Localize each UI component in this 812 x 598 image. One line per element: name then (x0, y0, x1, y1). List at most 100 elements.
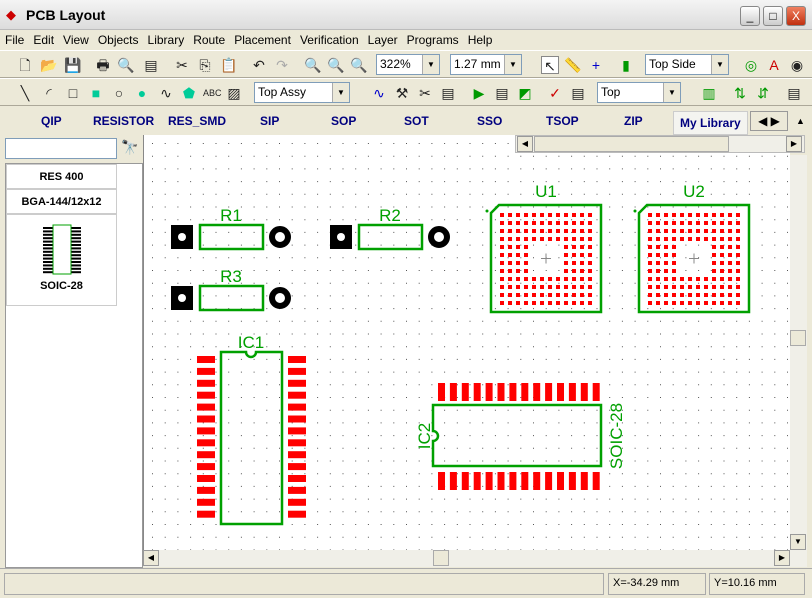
new-file-icon[interactable]: 🗋 (16, 56, 34, 74)
export-icon[interactable]: ▤ (493, 84, 511, 102)
expand-arrow-icon[interactable]: ▲ (796, 116, 805, 126)
close-button[interactable]: X (786, 6, 806, 26)
refresh-icon[interactable]: ◩ (516, 84, 534, 102)
zoom-fit-icon[interactable]: 🔍 (350, 56, 368, 74)
select-pointer-icon[interactable]: ↖ (541, 56, 559, 74)
autoroute-icon[interactable]: ⚒ (393, 84, 411, 102)
drc-icon[interactable]: ✓ (546, 84, 564, 102)
scroll-thumb[interactable] (534, 136, 729, 152)
route-icon[interactable]: ∿ (370, 84, 388, 102)
list-item-bga144[interactable]: BGA-144/12x12 (6, 189, 117, 214)
print-preview-icon[interactable]: 🔍 (117, 56, 135, 74)
run-icon[interactable]: ▶ (470, 84, 488, 102)
via-icon[interactable]: ◉ (788, 56, 806, 74)
pad-icon[interactable]: ◎ (742, 56, 760, 74)
menu-file[interactable]: File (0, 30, 28, 47)
tab-zip[interactable]: ZIP (624, 114, 643, 128)
crosshair-icon[interactable]: + (587, 56, 605, 74)
zoom-select[interactable]: 322% ▼ (376, 54, 440, 75)
netlist-icon[interactable]: ▤ (439, 84, 457, 102)
menu-view[interactable]: View (58, 30, 93, 47)
maximize-button[interactable]: □ (763, 6, 783, 26)
component-icon[interactable]: ▮ (617, 56, 635, 74)
pcb-canvas[interactable]: R1 R2 R3 U1 U2 IC1 IC2 SOIC-28 (143, 135, 790, 550)
bga-u1-center-cross (541, 253, 551, 264)
minimize-button[interactable]: _ (740, 6, 760, 26)
menu-route[interactable]: Route (188, 30, 229, 47)
cut-icon[interactable]: ✂ (173, 56, 191, 74)
board-icon[interactable]: ▥ (700, 84, 718, 102)
circle-icon[interactable]: ○ (110, 84, 128, 102)
menu-help[interactable]: Help (463, 30, 497, 47)
tab-resistor[interactable]: RESISTOR (93, 114, 154, 128)
tab-my-library[interactable]: My Library (673, 111, 748, 135)
ic2-pad (497, 383, 505, 401)
report-icon[interactable]: ▤ (142, 56, 160, 74)
redo-icon[interactable]: ↷ (273, 56, 291, 74)
image-icon[interactable]: ▨ (225, 84, 243, 102)
save-icon[interactable]: 💾 (64, 56, 82, 74)
unroute-icon[interactable]: ✂ (416, 84, 434, 102)
tab-scroll-arrows-icon[interactable]: ◀ ▶ (750, 111, 788, 131)
tab-res-smd[interactable]: RES_SMD (168, 114, 226, 128)
text-icon[interactable]: ABC (203, 84, 222, 102)
scroll-right-icon[interactable]: ▶ (786, 136, 802, 152)
filled-circle-icon[interactable]: ● (133, 84, 151, 102)
tab-qip[interactable]: QIP (41, 114, 62, 128)
menu-library[interactable]: Library (143, 30, 189, 47)
polyline-icon[interactable]: ∿ (157, 84, 175, 102)
zoom-out-icon[interactable]: 🔍 (327, 56, 345, 74)
tab-sip[interactable]: SIP (260, 114, 279, 128)
paste-icon[interactable]: 📋 (220, 56, 238, 74)
side-select[interactable]: Top Side ▼ (645, 54, 729, 75)
menu-placement[interactable]: Placement (229, 30, 295, 47)
measure-icon[interactable]: 📏 (564, 56, 582, 74)
scroll-down-icon[interactable]: ▼ (790, 534, 806, 550)
open-folder-icon[interactable]: 📂 (40, 56, 58, 74)
tab-sop[interactable]: SOP (331, 114, 356, 128)
scroll-thumb[interactable] (433, 550, 449, 566)
rectangle-icon[interactable]: □ (64, 84, 82, 102)
route-layer-select[interactable]: Top ▼ (597, 82, 681, 103)
grid-select[interactable]: 1.27 mm ▼ (450, 54, 522, 75)
layer-set-select[interactable]: Top Assy ▼ (254, 82, 350, 103)
undo-icon[interactable]: ↶ (250, 56, 268, 74)
tab-tsop[interactable]: TSOP (546, 114, 579, 128)
tab-sot[interactable]: SOT (404, 114, 429, 128)
bga-u1-ball (508, 277, 512, 281)
list-item-soic28[interactable]: SOIC-28 (6, 214, 117, 306)
arc-icon[interactable]: ◜ (40, 84, 58, 102)
text-tool-icon[interactable]: A (765, 56, 783, 74)
binoculars-icon[interactable]: 🔭 (121, 139, 138, 156)
tab-sso[interactable]: SSO (477, 114, 502, 128)
menu-objects[interactable]: Objects (93, 30, 143, 47)
line-icon[interactable]: ╲ (16, 84, 34, 102)
resistor-r1-hole1 (178, 233, 186, 241)
menu-programs[interactable]: Programs (402, 30, 463, 47)
filled-rectangle-icon[interactable]: ■ (87, 84, 105, 102)
polygon-icon[interactable]: ⬟ (180, 84, 198, 102)
scroll-left-icon[interactable]: ◀ (517, 136, 533, 152)
print-icon[interactable]: 🖶 (94, 56, 112, 74)
copy-icon[interactable]: ⎘ (196, 56, 214, 74)
scroll-right-icon[interactable]: ▶ (774, 550, 790, 566)
horizontal-scrollbar[interactable]: ◀ ▶ (143, 550, 807, 567)
properties-icon[interactable]: ▤ (785, 84, 803, 102)
rotate-icon[interactable]: ⇵ (754, 84, 772, 102)
vertical-scrollbar[interactable]: ▼ (790, 155, 807, 550)
zoom-in-icon[interactable]: 🔍 (304, 56, 322, 74)
bga-u2-ball (680, 213, 684, 217)
scroll-thumb[interactable] (790, 330, 806, 346)
menu-edit[interactable]: Edit (28, 30, 58, 47)
menu-verification[interactable]: Verification (295, 30, 363, 47)
bga-u2-ball (680, 277, 684, 281)
swap-icon[interactable]: ⇅ (731, 84, 749, 102)
drc-report-icon[interactable]: ▤ (569, 84, 587, 102)
library-search-input[interactable] (5, 138, 117, 159)
tab-scrollbar[interactable]: ◀ ▶ (515, 135, 805, 153)
menu-layer[interactable]: Layer (363, 30, 402, 47)
chevron-down-icon: ▼ (663, 83, 680, 102)
ic1-pad (288, 486, 306, 494)
scroll-left-icon[interactable]: ◀ (143, 550, 159, 566)
list-item-res400[interactable]: RES 400 (6, 164, 117, 189)
